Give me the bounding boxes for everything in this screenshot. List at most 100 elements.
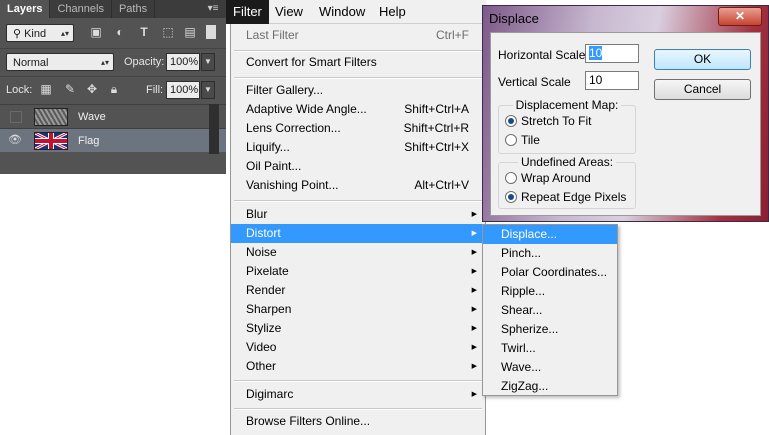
menu-item-pixelate[interactable]: Pixelate ▶ (231, 262, 485, 281)
menu-item-other[interactable]: Other ▶ (231, 357, 485, 376)
submenu-item-spherize[interactable]: Spherize... (483, 320, 617, 339)
stretch-to-fit-radio[interactable] (505, 115, 517, 127)
menu-item-oil-paint[interactable]: Oil Paint... (231, 157, 485, 176)
menu-item-label: Video (246, 340, 277, 354)
submenu-arrow-icon: ▶ (471, 306, 477, 313)
menu-item-digimarc[interactable]: Digimarc ▶ (231, 385, 485, 404)
opacity-input[interactable]: 100% (166, 53, 200, 71)
submenu-arrow-icon: ▶ (471, 268, 477, 275)
layer-thumbnail-flag (34, 132, 68, 150)
submenu-item-polar-coordinates[interactable]: Polar Coordinates... (483, 263, 617, 282)
menu-item-label: Vanishing Point... (246, 178, 339, 192)
menu-item-convert-smart-filters[interactable]: Convert for Smart Filters (231, 53, 485, 72)
lock-all-icon[interactable]: 🔒︎ (106, 81, 122, 97)
lock-image-brush-icon[interactable]: ✎ (62, 81, 78, 97)
tab-channels[interactable]: Channels (50, 0, 112, 18)
submenu-item-ripple[interactable]: Ripple... (483, 282, 617, 301)
eye-icon[interactable]: 👁︎ (8, 134, 22, 147)
lock-transparent-icon[interactable]: ▦ (38, 81, 54, 97)
menu-item-shortcut: Shift+Ctrl+A (404, 102, 469, 116)
opacity-label: Opacity: (124, 56, 165, 68)
lock-position-move-icon[interactable]: ✥ (84, 81, 100, 97)
panel-tabs: Layers Channels Paths ▾≡ (0, 0, 226, 18)
menu-item-label: Last Filter (246, 28, 299, 42)
visibility-toggle-off[interactable] (10, 111, 22, 123)
blend-mode-dropdown[interactable]: Normal ▴▾ (6, 53, 114, 71)
filter-kind-dropdown[interactable]: ⚲ Kind ▴▾ (6, 24, 74, 42)
menu-item-render[interactable]: Render ▶ (231, 281, 485, 300)
menu-item-adaptive-wide-angle[interactable]: Adaptive Wide Angle... Shift+Ctrl+A (231, 100, 485, 119)
adjustment-layer-filter-icon[interactable]: ◐ (112, 24, 128, 40)
menu-item-label: ZigZag... (501, 379, 549, 393)
menu-item-label: Browse Filters Online... (246, 414, 371, 428)
menu-item-label: Sharpen (246, 302, 292, 316)
blend-row: Normal ▴▾ Opacity: 100% ▼ (0, 48, 226, 75)
menu-item-label: Adaptive Wide Angle... (246, 102, 367, 116)
menu-item-stylize[interactable]: Stylize ▶ (231, 319, 485, 338)
menu-item-distort[interactable]: Distort ▶ (231, 224, 485, 243)
menu-filter[interactable]: Filter (226, 0, 269, 24)
menu-window[interactable]: Window (312, 0, 372, 24)
layers-scrollbar[interactable] (209, 104, 219, 154)
smart-object-filter-icon[interactable]: ▤ (182, 24, 198, 40)
opacity-dropdown-button[interactable]: ▼ (201, 53, 215, 71)
submenu-arrow-icon: ▶ (471, 363, 477, 370)
layer-row-flag[interactable]: 👁︎ Flag (0, 128, 226, 152)
menu-item-last-filter[interactable]: Last Filter Ctrl+F (231, 26, 485, 45)
wrap-around-label[interactable]: Wrap Around (521, 171, 591, 185)
menu-item-label: Distort (246, 226, 281, 240)
layer-row-wave[interactable]: Wave (0, 104, 226, 128)
menu-separator (234, 408, 482, 410)
menu-item-video[interactable]: Video ▶ (231, 338, 485, 357)
vertical-scale-input[interactable]: 10 (585, 71, 639, 90)
menu-item-browse-filters-online[interactable]: Browse Filters Online... (231, 412, 485, 431)
tab-paths[interactable]: Paths (112, 0, 156, 18)
repeat-edge-pixels-radio[interactable] (505, 191, 517, 203)
menu-item-lens-correction[interactable]: Lens Correction... Shift+Ctrl+R (231, 119, 485, 138)
menu-item-label: Shear... (501, 303, 543, 317)
menu-item-label: Polar Coordinates... (501, 265, 608, 279)
submenu-arrow-icon: ▶ (471, 325, 477, 332)
menu-item-sharpen[interactable]: Sharpen ▶ (231, 300, 485, 319)
pixel-layer-filter-icon[interactable]: ▣ (88, 24, 104, 40)
fill-dropdown-button[interactable]: ▼ (201, 81, 215, 99)
close-icon: ✕ (734, 9, 746, 23)
menu-item-label: Liquify... (246, 140, 290, 154)
submenu-item-pinch[interactable]: Pinch... (483, 244, 617, 263)
displacement-map-group: Displacement Map: Stretch To Fit Tile (498, 98, 636, 154)
wrap-around-radio[interactable] (505, 172, 517, 184)
menu-item-vanishing-point[interactable]: Vanishing Point... Alt+Ctrl+V (231, 176, 485, 195)
submenu-item-zigzag[interactable]: ZigZag... (483, 377, 617, 396)
menu-item-liquify[interactable]: Liquify... Shift+Ctrl+X (231, 138, 485, 157)
menu-item-label: Other (246, 359, 277, 373)
shape-layer-filter-icon[interactable]: ⬚ (160, 24, 176, 40)
submenu-item-twirl[interactable]: Twirl... (483, 339, 617, 358)
type-layer-filter-icon[interactable]: T (136, 24, 152, 40)
cancel-button[interactable]: Cancel (654, 79, 751, 100)
tab-layers[interactable]: Layers (0, 0, 51, 18)
submenu-item-wave[interactable]: Wave... (483, 358, 617, 377)
menu-view[interactable]: View (268, 0, 310, 24)
tile-label[interactable]: Tile (521, 133, 540, 147)
fill-input[interactable]: 100% (166, 81, 200, 99)
menu-help[interactable]: Help (372, 0, 413, 24)
menu-item-filter-gallery[interactable]: Filter Gallery... (231, 81, 485, 100)
repeat-edge-pixels-label[interactable]: Repeat Edge Pixels (521, 190, 626, 204)
dialog-title: Displace (489, 11, 539, 26)
menu-item-label: Filter Gallery... (246, 83, 324, 97)
menu-item-label: Noise (246, 245, 277, 259)
menu-bar: Filter View Window Help (226, 0, 486, 24)
menu-item-blur[interactable]: Blur ▶ (231, 205, 485, 224)
submenu-arrow-icon: ▶ (471, 211, 477, 218)
stretch-to-fit-label[interactable]: Stretch To Fit (521, 114, 591, 128)
menu-item-noise[interactable]: Noise ▶ (231, 243, 485, 262)
ok-button[interactable]: OK (654, 49, 751, 70)
submenu-item-displace[interactable]: Displace... (483, 225, 617, 244)
tile-radio[interactable] (505, 134, 517, 146)
horizontal-scale-input[interactable]: 10 (585, 44, 639, 63)
submenu-item-shear[interactable]: Shear... (483, 301, 617, 320)
close-button[interactable]: ✕ (718, 7, 762, 26)
filter-toggle-icon[interactable] (206, 25, 216, 39)
filter-menu: Last Filter Ctrl+F Convert for Smart Fil… (230, 24, 486, 435)
panel-menu-icon[interactable]: ▾≡ (206, 2, 220, 16)
